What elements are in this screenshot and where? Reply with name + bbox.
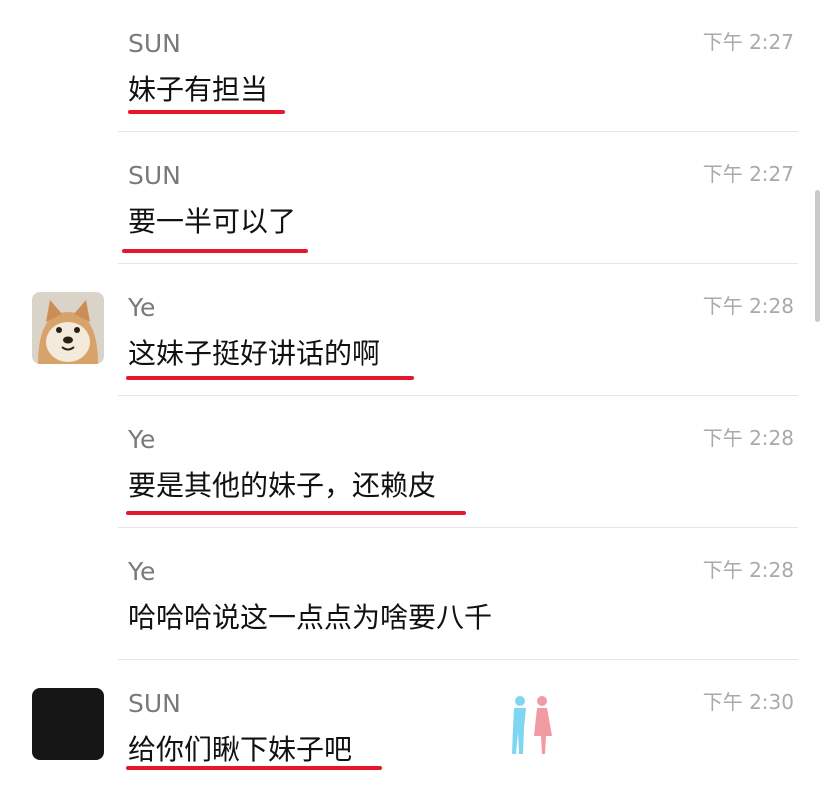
message-time: 下午 2:28: [702, 558, 794, 582]
red-underline: [126, 766, 382, 770]
message-time: 下午 2:27: [702, 162, 794, 186]
message-item[interactable]: Ye 下午 2:28 要是其他的妹子，还赖皮: [0, 396, 828, 528]
message-item[interactable]: SUN 下午 2:27 妹子有担当: [0, 0, 828, 132]
message-time: 下午 2:30: [702, 690, 794, 714]
message-item[interactable]: Ye 下午 2:28 哈哈哈说这一点点为啥要八千: [0, 528, 828, 660]
message-text: 这妹子挺好讲话的啊: [128, 337, 381, 370]
message-time: 下午 2:28: [702, 426, 794, 450]
shiba-dog-avatar[interactable]: [32, 292, 104, 364]
red-underline: [126, 511, 466, 515]
message-item[interactable]: SUN 下午 2:27 要一半可以了: [0, 132, 828, 264]
message-time: 下午 2:28: [702, 294, 794, 318]
sender-name: SUN: [128, 689, 181, 718]
message-text: 哈哈哈说这一点点为啥要八千: [128, 601, 493, 634]
message-text: 要一半可以了: [128, 205, 297, 238]
message-text: 要是其他的妹子，还赖皮: [128, 469, 437, 502]
black-avatar[interactable]: [32, 688, 104, 760]
sender-name: Ye: [128, 557, 156, 586]
sender-name: SUN: [128, 161, 181, 190]
red-underline: [122, 249, 308, 253]
red-underline: [128, 110, 285, 114]
message-time: 下午 2:27: [702, 30, 794, 54]
message-text: 妹子有担当: [128, 73, 269, 106]
red-underline: [126, 376, 414, 380]
message-item[interactable]: SUN 下午 2:30 给你们瞅下妹子吧: [0, 660, 828, 792]
message-text: 给你们瞅下妹子吧: [128, 733, 353, 766]
message-item[interactable]: Ye 下午 2:28 这妹子挺好讲话的啊: [0, 264, 828, 396]
couple-silhouette-icon: [500, 692, 564, 756]
sender-name: Ye: [128, 293, 156, 322]
sender-name: SUN: [128, 29, 181, 58]
sender-name: Ye: [128, 425, 156, 454]
scrollbar[interactable]: [815, 190, 820, 322]
